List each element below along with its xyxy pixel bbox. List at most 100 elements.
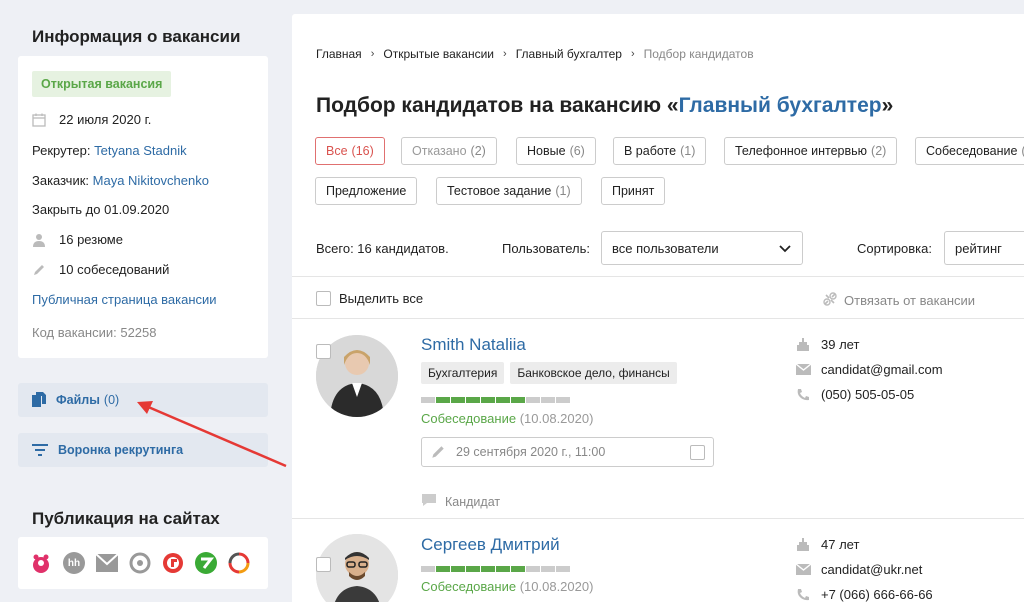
candidate-name-link[interactable]: Smith Nataliia: [421, 335, 526, 355]
stage-count: (2): [871, 144, 887, 158]
target-icon[interactable]: [129, 552, 151, 574]
status-badge: Открытая вакансия: [32, 71, 172, 97]
ring-icon[interactable]: [228, 552, 250, 574]
resumes-count: 16 резюме: [59, 232, 123, 247]
candidate-name-link[interactable]: Сергеев Дмитрий: [421, 535, 560, 555]
sort-value: рейтинг: [955, 240, 1002, 256]
breadcrumb-vacancy[interactable]: Главный бухгалтер: [516, 47, 622, 61]
recruiter-row: Рекрутер: Tetyana Stadnik: [32, 143, 187, 158]
breadcrumb-separator: ›: [630, 48, 635, 60]
breadcrumb-open-vacancies[interactable]: Открытые вакансии: [383, 47, 494, 61]
candidate-age-text: 39 лет: [821, 337, 860, 352]
stage-in-progress[interactable]: В работе (1): [613, 137, 707, 165]
phone-icon: [795, 388, 811, 402]
candidate-phone-text: +7 (066) 666-66-66: [821, 587, 933, 602]
recruiter-link[interactable]: Tetyana Stadnik: [94, 143, 187, 158]
page-title-vacancy-link[interactable]: Главный бухгалтер: [679, 94, 882, 117]
public-page-link[interactable]: Публичная страница вакансии: [32, 292, 217, 307]
client-label: Заказчик:: [32, 173, 90, 188]
grc-icon[interactable]: [162, 552, 184, 574]
pen-icon: [32, 263, 46, 277]
stage-label: Принят: [612, 184, 655, 198]
files-icon: [32, 392, 46, 408]
sort-select[interactable]: рейтинг: [944, 231, 1024, 265]
total-candidates: Всего: 16 кандидатов.: [316, 241, 449, 256]
stage-label: Новые: [527, 144, 566, 158]
stage-hired[interactable]: Принят: [601, 177, 666, 205]
person-icon: [32, 233, 46, 247]
stage-phone-interview[interactable]: Телефонное интервью (2): [724, 137, 898, 165]
candidate-age-text: 47 лет: [821, 537, 860, 552]
candidate-comment[interactable]: Кандидат: [421, 493, 500, 510]
stage-count: (6): [569, 144, 585, 158]
page-title-suffix: »: [881, 94, 894, 117]
calendar-icon: [32, 113, 46, 127]
vacancy-code-row: Код вакансии: 52258: [32, 325, 156, 340]
candidate-phone[interactable]: +7 (066) 666-66-66: [795, 587, 933, 602]
candidate-email[interactable]: candidat@ukr.net: [795, 562, 922, 577]
mail-icon[interactable]: [96, 552, 118, 574]
files-button[interactable]: Файлы (0): [18, 383, 268, 417]
candidate-checkbox[interactable]: [316, 557, 331, 572]
stage-count: (1): [680, 144, 696, 158]
select-all[interactable]: Выделить все: [316, 291, 423, 306]
divider: [292, 318, 1024, 319]
stage-all[interactable]: Все (16): [315, 137, 385, 165]
user-filter-select[interactable]: все пользователи: [601, 231, 803, 265]
client-link[interactable]: Maya Nikitovchenko: [93, 173, 209, 188]
vacancy-date: 22 июля 2020 г.: [59, 112, 152, 127]
recruiter-label: Рекрутер:: [32, 143, 91, 158]
candidate-age: 39 лет: [795, 337, 859, 352]
candidate-status-label: Собеседование: [421, 579, 517, 594]
resumes-row: 16 резюме: [32, 232, 123, 247]
unbind-label: Отвязать от вакансии: [844, 293, 976, 308]
stage-offer[interactable]: Предложение: [315, 177, 418, 205]
stage-label: В работе: [624, 144, 677, 158]
candidate-status-date: (10.08.2020): [519, 411, 594, 426]
vacancy-date-row: 22 июля 2020 г.: [32, 112, 151, 127]
stage-count: (2): [470, 144, 486, 158]
comment-text: Кандидат: [445, 494, 501, 509]
candidate-checkbox[interactable]: [316, 344, 331, 359]
publication-sites: hh: [18, 537, 268, 589]
select-all-label: Выделить все: [339, 291, 424, 306]
phone-icon: [795, 588, 811, 602]
divider: [292, 518, 1024, 519]
event-checkbox[interactable]: [690, 445, 705, 460]
candidate-age: 47 лет: [795, 537, 859, 552]
candidate-phone-text: (050) 505-05-05: [821, 387, 915, 402]
unbind-button[interactable]: Отвязать от вакансии: [822, 291, 975, 310]
candidate-phone[interactable]: (050) 505-05-05: [795, 387, 914, 402]
recruiting-funnel-button[interactable]: Воронка рекрутинга: [18, 433, 268, 467]
stage-progress-bar: [421, 397, 570, 403]
stage-label: Собеседование: [926, 144, 1018, 158]
zp-icon[interactable]: [195, 552, 217, 574]
breadcrumb-home[interactable]: Главная: [316, 47, 362, 61]
cake-icon: [795, 337, 811, 352]
stage-rejected[interactable]: Отказано (2): [401, 137, 497, 165]
filter-lines-icon: [32, 444, 48, 456]
stage-test-task[interactable]: Тестовое задание (1): [436, 177, 582, 205]
select-all-checkbox[interactable]: [316, 291, 331, 306]
close-until: Закрыть до 01.09.2020: [32, 202, 169, 217]
files-count: (0): [103, 393, 120, 407]
stage-label: Тестовое задание: [447, 184, 552, 198]
candidate-status: Собеседование (10.08.2020): [421, 411, 593, 426]
candidate-email[interactable]: candidat@gmail.com: [795, 362, 943, 377]
stage-count: (1): [555, 184, 571, 198]
stage-label: Все: [326, 144, 348, 158]
rabota-icon[interactable]: [30, 552, 52, 574]
candidate-status: Собеседование (10.08.2020): [421, 579, 593, 594]
stage-count: (16): [351, 144, 374, 158]
main-panel: Главная › Открытые вакансии › Главный бу…: [292, 14, 1024, 602]
hh-icon[interactable]: hh: [63, 552, 85, 574]
stage-new[interactable]: Новые (6): [516, 137, 596, 165]
stage-label: Отказано: [412, 144, 467, 158]
interviews-count: 10 собеседований: [59, 262, 170, 277]
stage-progress-bar: [421, 566, 570, 572]
vacancy-code: Код вакансии: 52258: [32, 325, 157, 340]
breadcrumb-separator: ›: [370, 48, 375, 60]
stage-interview[interactable]: Собеседование(: [915, 137, 1024, 165]
event-field[interactable]: 29 сентября 2020 г., 11:00: [421, 437, 714, 467]
publication-title: Публикация на сайтах: [32, 509, 220, 528]
